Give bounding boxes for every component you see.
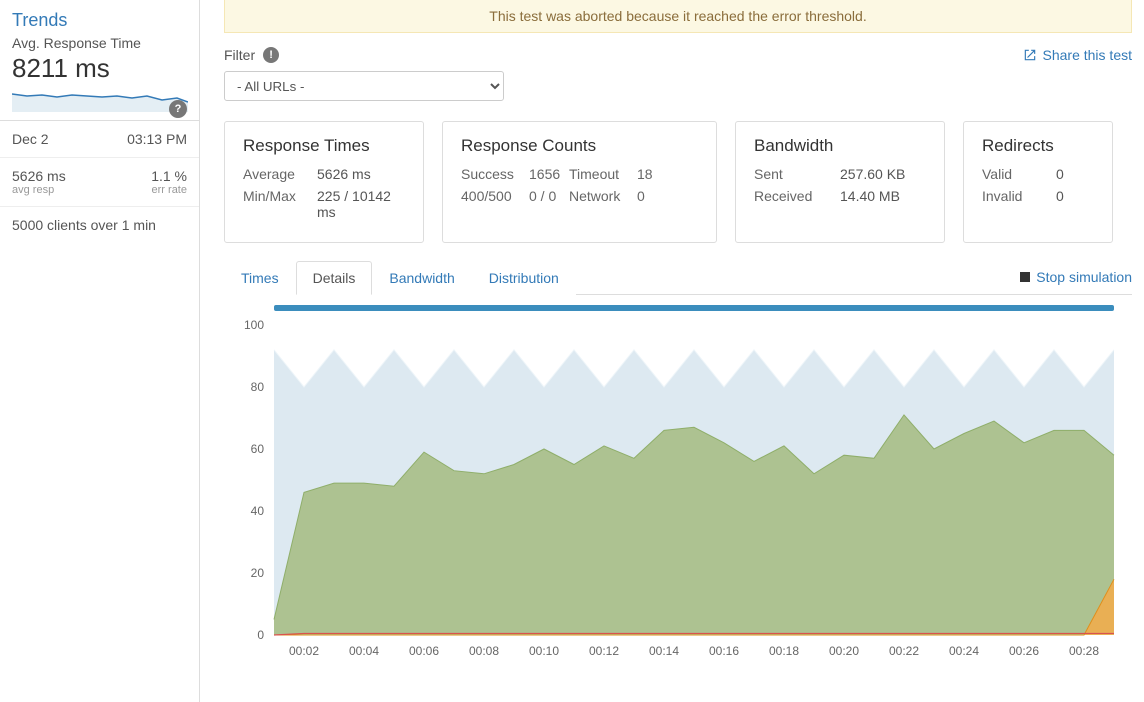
rc-timeout-k: Timeout (569, 166, 637, 182)
svg-text:00:22: 00:22 (889, 644, 919, 658)
svg-text:00:28: 00:28 (1069, 644, 1099, 658)
bw-sent-v: 257.60 KB (840, 166, 905, 182)
svg-text:00:10: 00:10 (529, 644, 559, 658)
url-filter-select[interactable]: - All URLs - (224, 71, 504, 101)
svg-text:00:04: 00:04 (349, 644, 379, 658)
rc-network-k: Network (569, 188, 637, 204)
rc-network-v: 0 (637, 188, 667, 204)
square-icon (1020, 272, 1030, 282)
svg-text:00:08: 00:08 (469, 644, 499, 658)
sidebar-avg-label: avg resp (12, 184, 66, 196)
card-rc-title: Response Counts (461, 136, 698, 156)
alert-banner: This test was aborted because it reached… (224, 0, 1132, 33)
svg-text:00:26: 00:26 (1009, 644, 1039, 658)
chart-tabs: Times Details Bandwidth Distribution (224, 261, 1132, 295)
svg-text:20: 20 (251, 566, 265, 580)
svg-text:00:14: 00:14 (649, 644, 679, 658)
card-bw-title: Bandwidth (754, 136, 926, 156)
tab-times[interactable]: Times (224, 261, 296, 295)
card-rt-title: Response Times (243, 136, 405, 156)
share-link[interactable]: Share this test (1023, 47, 1133, 63)
rt-avg-v: 5626 ms (317, 166, 371, 182)
legend-stop-simulation[interactable]: Stop simulation (1020, 269, 1132, 285)
trends-title[interactable]: Trends (12, 10, 187, 31)
sidebar-err-pct: 1.1 % (151, 168, 187, 184)
svg-text:100: 100 (244, 318, 264, 332)
sidebar-row-stats: 5626 ms avg resp 1.1 % err rate (0, 158, 199, 207)
sidebar-row-datetime[interactable]: Dec 2 03:13 PM (0, 121, 199, 158)
details-chart: 0 20 40 60 80 100 00:02 00:04 00:06 00:08 00:10 00:… (224, 295, 1132, 665)
sidebar-time: 03:13 PM (127, 131, 187, 147)
rc-timeout-v: 18 (637, 166, 667, 182)
tab-details[interactable]: Details (296, 261, 373, 295)
share-icon (1023, 48, 1037, 62)
sidebar: Trends Avg. Response Time 8211 ms ? Dec … (0, 0, 200, 702)
tab-distribution[interactable]: Distribution (472, 261, 576, 295)
rc-err-k: 400/500 (461, 188, 529, 204)
sparkline-chart: ? (12, 88, 187, 112)
rt-avg-k: Average (243, 166, 303, 182)
rt-mm-v: 225 / 10142 ms (317, 188, 405, 220)
rd-invalid-v: 0 (1056, 188, 1064, 204)
rc-success-v: 1656 (529, 166, 569, 182)
svg-text:00:12: 00:12 (589, 644, 619, 658)
tab-bandwidth[interactable]: Bandwidth (372, 261, 471, 295)
svg-text:40: 40 (251, 504, 265, 518)
rc-success-k: Success (461, 166, 529, 182)
svg-text:00:18: 00:18 (769, 644, 799, 658)
stop-label: Stop simulation (1036, 269, 1132, 285)
share-label: Share this test (1043, 47, 1133, 63)
info-icon[interactable]: ! (263, 47, 279, 63)
svg-text:00:24: 00:24 (949, 644, 979, 658)
svg-text:60: 60 (251, 442, 265, 456)
rc-err-v: 0 / 0 (529, 188, 569, 204)
sidebar-date: Dec 2 (12, 131, 49, 147)
sidebar-avg-ms: 5626 ms (12, 168, 66, 184)
rd-valid-k: Valid (982, 166, 1042, 182)
help-icon[interactable]: ? (169, 100, 187, 118)
card-bandwidth: Bandwidth Sent 257.60 KB Received 14.40 MB (735, 121, 945, 243)
trends-subtitle: Avg. Response Time (12, 35, 187, 51)
avg-response-big: 8211 ms (12, 53, 187, 84)
rt-mm-k: Min/Max (243, 188, 303, 220)
card-response-counts: Response Counts Success 1656 Timeout 18 … (442, 121, 717, 243)
card-response-times: Response Times Average 5626 ms Min/Max 225… (224, 121, 424, 243)
svg-text:00:16: 00:16 (709, 644, 739, 658)
card-redirects: Redirects Valid 0 Invalid 0 (963, 121, 1113, 243)
svg-text:00:02: 00:02 (289, 644, 319, 658)
bw-recv-v: 14.40 MB (840, 188, 900, 204)
svg-text:00:06: 00:06 (409, 644, 439, 658)
filter-label: Filter (224, 47, 255, 63)
bw-sent-k: Sent (754, 166, 826, 182)
rd-invalid-k: Invalid (982, 188, 1042, 204)
rd-valid-v: 0 (1056, 166, 1064, 182)
svg-text:0: 0 (257, 628, 264, 642)
svg-text:00:20: 00:20 (829, 644, 859, 658)
sidebar-clients: 5000 clients over 1 min (0, 207, 199, 243)
bw-recv-k: Received (754, 188, 826, 204)
svg-text:80: 80 (251, 380, 265, 394)
sidebar-err-label: err rate (151, 184, 187, 196)
card-rd-title: Redirects (982, 136, 1094, 156)
